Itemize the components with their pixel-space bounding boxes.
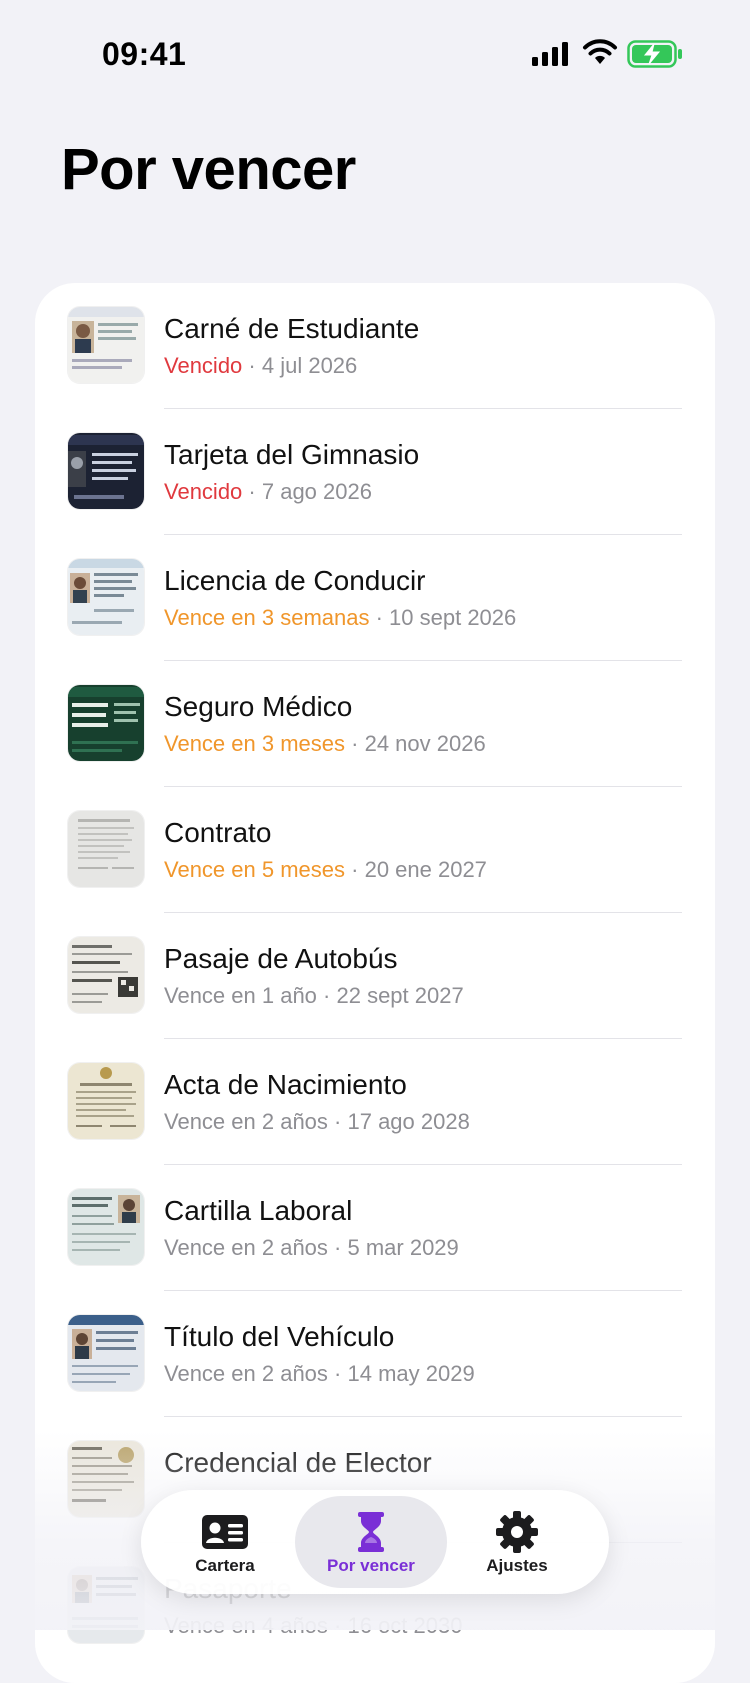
status-label: Vence en 2 años: [164, 1361, 328, 1386]
health-insurance-thumbnail: [68, 685, 144, 761]
vehicle-title-thumbnail: [68, 1315, 144, 1391]
status-label: Vence en 3 meses: [164, 731, 346, 756]
document-title: Seguro Médico: [164, 691, 353, 722]
expiry-date: 4 jul 2026: [261, 353, 358, 378]
list-item-birth-certificate[interactable]: Acta de Nacimiento Vence en 2 años · 17 …: [35, 1039, 715, 1165]
list-item-vehicle-title[interactable]: Título del Vehículo Vence en 2 años · 14…: [35, 1291, 715, 1417]
separator: ·: [345, 857, 365, 882]
status-label: Vence en 2 años: [164, 1109, 328, 1134]
list-item-drivers-license[interactable]: Licencia de Conducir Vence en 3 semanas …: [35, 535, 715, 661]
tab-bar: Cartera Por vencer Ajustes: [141, 1490, 609, 1594]
separator: ·: [369, 605, 390, 630]
tab-label: Por vencer: [327, 1556, 415, 1575]
cellular-signal-icon: [532, 42, 568, 66]
list-item-student-id[interactable]: Carné de Estudiante Vencido · 4 jul 2026: [35, 283, 715, 409]
document-subtitle: Vence en 2 años · 5 mar 2029: [164, 1235, 459, 1261]
expiry-date: 5 mar 2029: [347, 1235, 459, 1260]
status-label: Vencido: [164, 479, 243, 504]
document-subtitle: Vence en 3 semanas · 10 sept 2026: [164, 605, 516, 631]
document-title: Título del Vehículo: [164, 1321, 395, 1352]
tab-cartera[interactable]: Cartera: [149, 1496, 301, 1588]
separator: ·: [327, 1361, 348, 1386]
status-label: Vencido: [164, 353, 243, 378]
contract-thumbnail: [68, 811, 144, 887]
separator: ·: [327, 1235, 348, 1260]
list-item-bus-ticket[interactable]: Pasaje de Autobús Vence en 1 año · 22 se…: [35, 913, 715, 1039]
birth-certificate-thumbnail: [68, 1063, 144, 1139]
document-title: Pasaje de Autobús: [164, 943, 398, 974]
document-title: Carné de Estudiante: [164, 313, 420, 344]
expiry-date: 20 ene 2027: [364, 857, 487, 882]
bus-ticket-thumbnail: [68, 937, 144, 1013]
student-id-thumbnail: [68, 307, 144, 383]
list-item-contract[interactable]: Contrato Vence en 5 meses · 20 ene 2027: [35, 787, 715, 913]
expiry-date: 16 oct 2030: [347, 1613, 463, 1638]
gear-icon: [496, 1511, 538, 1553]
document-subtitle: Vence en 5 meses · 20 ene 2027: [164, 857, 487, 883]
list-item-work-booklet[interactable]: Cartilla Laboral Vence en 2 años · 5 mar…: [35, 1165, 715, 1291]
document-subtitle: Vence en 4 años · 16 oct 2030: [164, 1613, 462, 1639]
separator: ·: [327, 1613, 348, 1638]
passport-thumbnail: [68, 1567, 144, 1643]
battery-charging-icon: [627, 40, 682, 68]
expiry-date: 14 may 2029: [347, 1361, 475, 1386]
status-bar: 09:41: [0, 0, 750, 110]
list-item-gym-card[interactable]: Tarjeta del Gimnasio Vencido · 7 ago 202…: [35, 409, 715, 535]
expiry-date: 22 sept 2027: [336, 983, 464, 1008]
separator: ·: [327, 1109, 348, 1134]
status-label: Vence en 5 meses: [164, 857, 346, 882]
status-label: Vence en 1 año: [164, 983, 317, 1008]
tab-por-vencer[interactable]: Por vencer: [295, 1496, 447, 1588]
expiry-date: 10 sept 2026: [389, 605, 517, 630]
expiry-date: 17 ago 2028: [347, 1109, 470, 1134]
voter-id-thumbnail: [68, 1441, 144, 1517]
work-booklet-thumbnail: [68, 1189, 144, 1265]
separator: ·: [316, 983, 337, 1008]
document-title: Licencia de Conducir: [164, 565, 426, 596]
gym-card-thumbnail: [68, 433, 144, 509]
status-label: Vence en 4 años: [164, 1613, 328, 1638]
hourglass-icon: [358, 1512, 384, 1552]
drivers-license-thumbnail: [68, 559, 144, 635]
document-title: Contrato: [164, 817, 272, 848]
document-subtitle: Vencido · 7 ago 2026: [164, 479, 372, 505]
separator: ·: [242, 479, 262, 504]
document-subtitle: Vencido · 4 jul 2026: [164, 353, 357, 379]
status-label: Vence en 2 años: [164, 1235, 328, 1260]
status-label: Vence en 3 semanas: [164, 605, 370, 630]
document-title: Acta de Nacimiento: [164, 1069, 407, 1100]
document-subtitle: Vence en 3 meses · 24 nov 2026: [164, 731, 486, 757]
document-title: Credencial de Elector: [164, 1447, 432, 1478]
expiry-date: 24 nov 2026: [364, 731, 486, 756]
documents-list: Carné de Estudiante Vencido · 4 jul 2026…: [35, 283, 715, 1683]
status-time: 09:41: [102, 36, 187, 72]
wifi-icon: [583, 39, 617, 64]
separator: ·: [242, 353, 262, 378]
document-subtitle: Vence en 1 año · 22 sept 2027: [164, 983, 464, 1009]
expiry-date: 7 ago 2026: [261, 479, 372, 504]
tab-label: Ajustes: [486, 1556, 548, 1575]
separator: ·: [345, 731, 365, 756]
document-subtitle: Vence en 2 años · 17 ago 2028: [164, 1109, 470, 1135]
tab-label: Cartera: [195, 1556, 255, 1575]
tab-ajustes[interactable]: Ajustes: [441, 1496, 593, 1588]
document-title: Tarjeta del Gimnasio: [164, 439, 420, 470]
document-subtitle: Vence en 2 años · 14 may 2029: [164, 1361, 475, 1387]
id-card-icon: [202, 1515, 248, 1549]
page-title: Por vencer: [61, 137, 356, 202]
document-title: Cartilla Laboral: [164, 1195, 353, 1226]
list-item-health-insurance[interactable]: Seguro Médico Vence en 3 meses · 24 nov …: [35, 661, 715, 787]
